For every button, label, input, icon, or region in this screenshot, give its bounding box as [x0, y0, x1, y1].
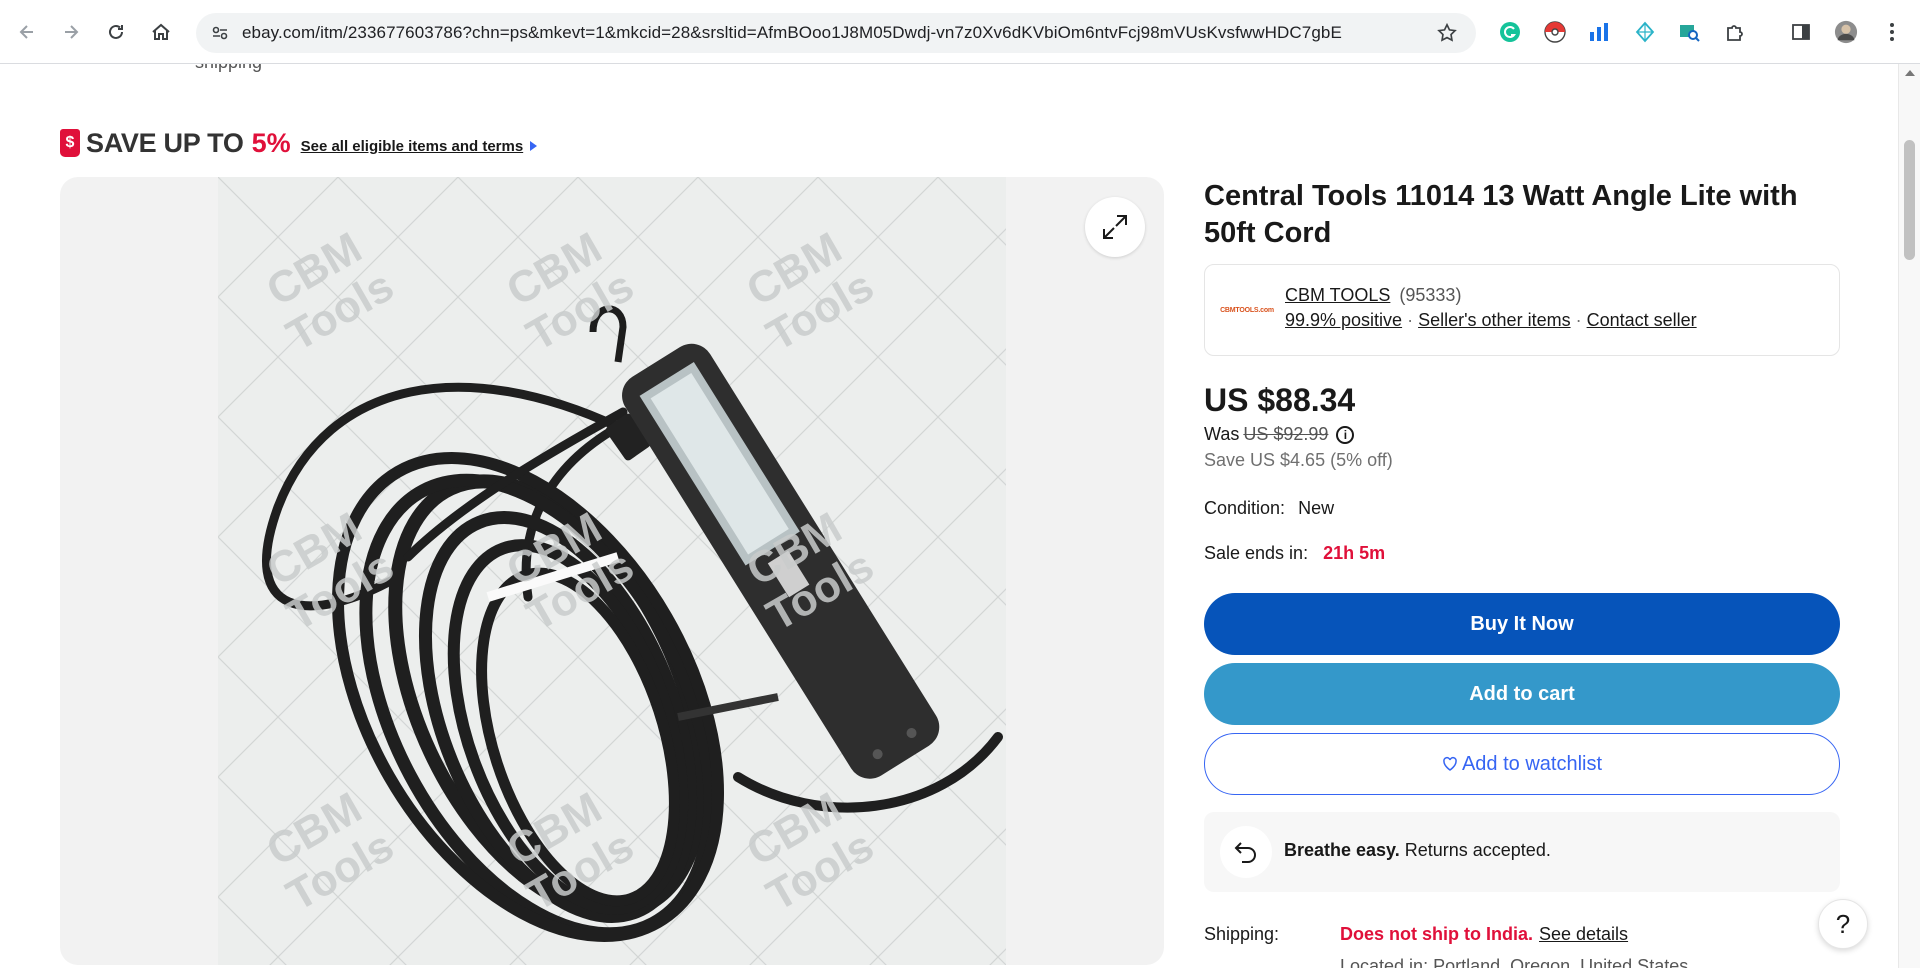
info-icon[interactable]: i [1336, 425, 1355, 444]
scroll-thumb[interactable] [1904, 140, 1915, 260]
promo-banner: $ SAVE UP TO 5% See all eligible items a… [60, 126, 538, 160]
returns-banner: Breathe easy. Returns accepted. [1204, 812, 1840, 892]
pokeball-extension-icon[interactable] [1543, 20, 1567, 44]
back-icon[interactable] [12, 17, 42, 47]
seller-name-row: CBM TOOLS (95333) [1285, 285, 1461, 306]
help-button[interactable]: ? [1818, 899, 1868, 949]
returns-text: Breathe easy. Returns accepted. [1284, 840, 1551, 861]
condition-row: Condition: New [1204, 498, 1334, 519]
address-bar[interactable]: ebay.com/itm/233677603786?chn=ps&mkevt=1… [196, 13, 1476, 53]
seller-feedback-count: (95333) [1399, 285, 1462, 305]
reload-icon[interactable] [101, 17, 131, 47]
sale-ends-label: Sale ends in: [1204, 543, 1309, 563]
shipping-text-fragment: shipping [195, 64, 262, 73]
current-price: US $88.34 [1204, 382, 1356, 418]
site-info-icon[interactable] [210, 23, 230, 43]
seller-name-link[interactable]: CBM TOOLS [1285, 285, 1390, 305]
url-text: ebay.com/itm/233677603786?chn=ps&mkevt=1… [242, 23, 1342, 42]
profile-avatar[interactable] [1834, 20, 1858, 44]
was-price: US $92.99 [1243, 424, 1329, 444]
gem-extension-icon[interactable] [1633, 20, 1657, 44]
item-location: Located in: Portland, Oregon, United Sta… [1340, 956, 1689, 968]
extensions-puzzle-icon[interactable] [1723, 20, 1747, 44]
contact-seller-link[interactable]: Contact seller [1587, 310, 1697, 330]
shipping-status: Does not ship to India. [1340, 924, 1533, 944]
watchlist-label: Add to watchlist [1461, 752, 1603, 775]
add-to-watchlist-button[interactable]: Add to watchlist [1204, 733, 1840, 795]
promo-terms-link[interactable]: See all eligible items and terms [301, 138, 524, 155]
promo-percent: 5% [251, 127, 291, 158]
chart-extension-icon[interactable] [1587, 20, 1611, 44]
work-light-image: CBM Tools CBM Tools CBM Tools CBM Tools … [218, 177, 1006, 965]
condition-value: New [1298, 498, 1335, 518]
seller-links: 99.9% positive · Seller's other items · Cont… [1285, 310, 1697, 331]
home-icon[interactable] [146, 17, 176, 47]
seller-logo[interactable]: CBMTOOLS.com [1219, 299, 1275, 321]
returns-detail: Returns accepted. [1404, 840, 1551, 860]
image-search-extension-icon[interactable] [1677, 20, 1701, 44]
add-to-cart-button[interactable]: Add to cart [1204, 663, 1840, 725]
was-label: Was [1204, 424, 1240, 444]
product-photo[interactable]: CBM Tools CBM Tools CBM Tools CBM Tools … [218, 177, 1006, 965]
grammarly-extension-icon[interactable] [1498, 20, 1522, 44]
price-tag-icon: $ [60, 129, 80, 157]
was-price-row: Was US $92.99 i [1204, 424, 1355, 445]
heart-icon [1443, 756, 1457, 771]
condition-label: Condition: [1204, 498, 1286, 518]
expand-icon [1103, 215, 1127, 239]
seller-positive-link[interactable]: 99.9% positive [1285, 310, 1402, 330]
expand-image-button[interactable] [1085, 197, 1145, 257]
image-gallery[interactable]: CBM Tools CBM Tools CBM Tools CBM Tools … [60, 177, 1164, 965]
browser-menu-icon[interactable] [1880, 20, 1904, 44]
sale-ends-row: Sale ends in: 21h 5m [1204, 543, 1385, 564]
side-panel-icon[interactable] [1789, 20, 1813, 44]
shipping-label: Shipping: [1204, 924, 1280, 944]
forward-icon[interactable] [56, 17, 86, 47]
sale-ends-value: 21h 5m [1323, 543, 1386, 563]
shipping-value: Does not ship to India. See details [1340, 924, 1628, 945]
scroll-up-icon[interactable] [1905, 70, 1915, 76]
separator-dot: · [1407, 310, 1414, 330]
seller-card: CBMTOOLS.com CBM TOOLS (95333) 99.9% pos… [1204, 264, 1840, 356]
seller-other-items-link[interactable]: Seller's other items [1418, 310, 1571, 330]
savings-text: Save US $4.65 (5% off) [1204, 450, 1393, 470]
promo-save-label: SAVE UP TO [86, 127, 244, 158]
returns-bold: Breathe easy. [1284, 840, 1400, 860]
return-arrow-icon [1220, 826, 1272, 878]
page-content: shipping $ SAVE UP TO 5% See all eligibl… [0, 64, 1898, 968]
shipping-details-link[interactable]: See details [1539, 924, 1628, 944]
browser-toolbar: ebay.com/itm/233677603786?chn=ps&mkevt=1… [0, 0, 1920, 64]
listing-title: Central Tools 11014 13 Watt Angle Lite w… [1204, 180, 1798, 249]
buy-it-now-button[interactable]: Buy It Now [1204, 593, 1840, 655]
bookmark-star-icon[interactable] [1436, 22, 1458, 44]
page-scrollbar[interactable] [1898, 64, 1920, 968]
separator-dot: · [1575, 310, 1582, 330]
promo-arrow-icon [530, 141, 538, 151]
